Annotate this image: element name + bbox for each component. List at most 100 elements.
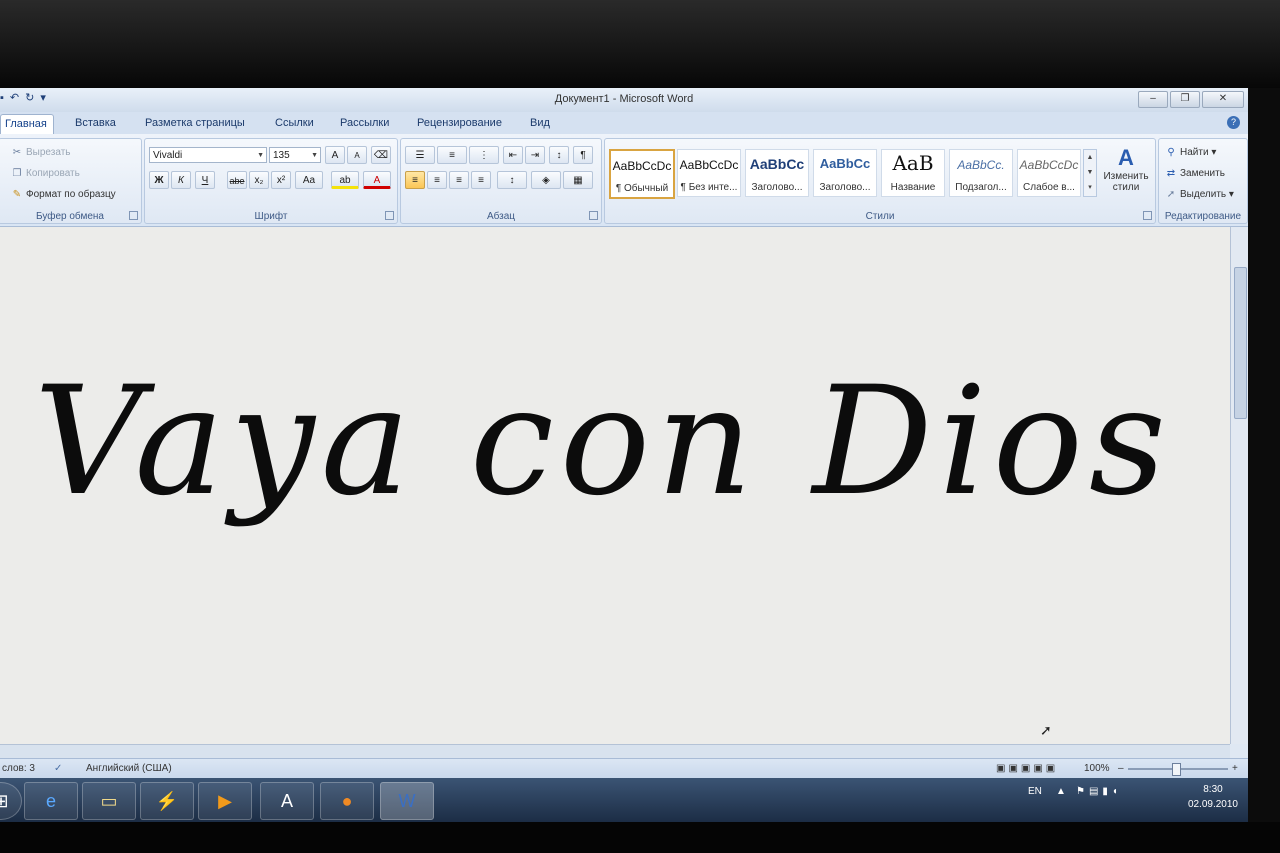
styles-launcher-icon[interactable] — [1143, 211, 1152, 220]
underline-button[interactable]: Ч — [195, 171, 215, 189]
zoom-level[interactable]: 100% — [1084, 763, 1110, 774]
styles-scroll-icon[interactable]: ▲ ▼ ▾ — [1083, 149, 1097, 197]
strikethrough-button[interactable]: abe — [227, 171, 247, 189]
tab-page-layout[interactable]: Разметка страницы — [145, 117, 245, 129]
style-name: Слабое в... — [1023, 182, 1075, 193]
clipboard-launcher-icon[interactable] — [129, 211, 138, 220]
font-size-combo[interactable]: 135 ▼ — [269, 147, 321, 163]
change-styles-label-2: стили — [1112, 182, 1140, 193]
shading-icon[interactable]: ◈ — [531, 171, 561, 189]
word-count[interactable]: слов: 3 — [2, 763, 35, 774]
style-name: Заголово... — [751, 182, 803, 193]
change-styles-label-1: Изменить — [1103, 171, 1149, 182]
input-language[interactable]: EN — [1028, 786, 1042, 797]
media-player-icon[interactable]: ▶ — [198, 782, 252, 820]
font-name-value: Vivaldi — [153, 150, 183, 161]
text-editor-icon[interactable]: A — [260, 782, 314, 820]
scroll-thumb[interactable] — [1234, 267, 1247, 419]
change-styles-button[interactable]: A Изменить стили — [1101, 145, 1151, 193]
screen: ▪ ↶ ↻ ▾ Документ1 - Microsoft Word – ❐ ✕ Гл… — [0, 88, 1248, 822]
style-heading-2[interactable]: AaBbCc Заголово... — [813, 149, 877, 197]
ribbon-tabs: Главная Вставка Разметка страницы Ссылки… — [0, 112, 1248, 134]
style-subtitle[interactable]: AaBbCc. Подзагол... — [949, 149, 1013, 197]
styles-group: AaBbCcDc ¶ Обычный AaBbCcDc ¶ Без инте..… — [604, 138, 1156, 224]
borders-icon[interactable]: ▦ — [563, 171, 593, 189]
multilevel-list-icon[interactable]: ⋮ — [469, 146, 499, 164]
vertical-scrollbar[interactable] — [1230, 227, 1248, 744]
scissors-icon: ✂ — [12, 147, 22, 158]
format-painter-button[interactable]: ✎ Формат по образцу — [11, 189, 116, 200]
shrink-font-button[interactable]: A — [347, 146, 367, 164]
winamp-icon[interactable]: ⚡ — [140, 782, 194, 820]
zoom-slider-thumb[interactable] — [1172, 763, 1181, 776]
bullets-icon[interactable]: ☰ — [405, 146, 435, 164]
superscript-button[interactable]: x² — [271, 171, 291, 189]
tab-insert[interactable]: Вставка — [75, 117, 116, 129]
find-button[interactable]: ⚲ Найти ▾ — [1165, 147, 1216, 158]
numbering-icon[interactable]: ≡ — [437, 146, 467, 164]
grow-font-button[interactable]: A — [325, 146, 345, 164]
tab-mailings[interactable]: Рассылки — [340, 117, 389, 129]
select-label: Выделить — [1180, 189, 1227, 200]
select-button[interactable]: ➚ Выделить ▾ — [1165, 189, 1234, 200]
zoom-in-button[interactable]: + — [1232, 763, 1238, 774]
increase-indent-icon[interactable]: ⇥ — [525, 146, 545, 164]
style-sample: AaBbCc — [819, 156, 871, 171]
format-painter-label: Формат по образцу — [26, 189, 116, 200]
line-spacing-icon[interactable]: ↕ — [497, 171, 527, 189]
close-button[interactable]: ✕ — [1202, 91, 1244, 108]
clear-formatting-icon[interactable]: ⌫ — [371, 146, 391, 164]
highlight-button[interactable]: ab — [331, 171, 359, 189]
copy-button[interactable]: ❐ Копировать — [11, 168, 80, 179]
minimize-button[interactable]: – — [1138, 91, 1168, 108]
style-no-spacing[interactable]: AaBbCcDc ¶ Без инте... — [677, 149, 741, 197]
sort-icon[interactable]: ↕ — [549, 146, 569, 164]
style-title[interactable]: AaB Название — [881, 149, 945, 197]
font-color-button[interactable]: A — [363, 171, 391, 189]
cut-label: Вырезать — [26, 147, 71, 158]
document-page[interactable]: Vaya con Dios ➚ — [0, 227, 1230, 744]
font-launcher-icon[interactable] — [385, 211, 394, 220]
folder-icon[interactable]: ▭ — [82, 782, 136, 820]
replace-label: Заменить — [1180, 168, 1225, 179]
style-heading-1[interactable]: AaBbCc Заголово... — [745, 149, 809, 197]
restore-button[interactable]: ❐ — [1170, 91, 1200, 108]
tab-view[interactable]: Вид — [530, 117, 550, 129]
replace-button[interactable]: ⇄ Заменить — [1165, 168, 1225, 179]
clipboard-group-label: Буфер обмена — [36, 211, 104, 222]
align-center-icon[interactable]: ≡ — [427, 171, 447, 189]
language-indicator[interactable]: Английский (США) — [86, 763, 172, 774]
align-left-icon[interactable]: ≡ — [405, 171, 425, 189]
decrease-indent-icon[interactable]: ⇤ — [503, 146, 523, 164]
view-buttons-icon[interactable]: ▣▣▣▣▣ — [996, 763, 1058, 774]
tab-home[interactable]: Главная — [0, 114, 54, 134]
proofing-icon[interactable]: ✓ — [54, 763, 62, 774]
justify-icon[interactable]: ≡ — [471, 171, 491, 189]
word-taskbar-icon[interactable]: W — [380, 782, 434, 820]
help-icon[interactable]: ? — [1227, 116, 1240, 129]
window-title: Документ1 - Microsoft Word — [554, 93, 694, 105]
horizontal-scrollbar[interactable] — [0, 744, 1230, 759]
document-text[interactable]: Vaya con Dios — [34, 367, 1172, 517]
subscript-button[interactable]: x₂ — [249, 171, 269, 189]
start-button[interactable]: ⊞ — [0, 782, 22, 820]
tab-review[interactable]: Рецензирование — [417, 117, 502, 129]
system-clock[interactable]: 8:30 02.09.2010 — [1188, 782, 1238, 812]
tab-references[interactable]: Ссылки — [275, 117, 314, 129]
align-right-icon[interactable]: ≡ — [449, 171, 469, 189]
zoom-out-button[interactable]: – — [1118, 763, 1124, 774]
show-marks-button[interactable]: ¶ — [573, 146, 593, 164]
binoculars-icon: ⚲ — [1167, 147, 1175, 158]
italic-button[interactable]: К — [171, 171, 191, 189]
style-normal[interactable]: AaBbCcDc ¶ Обычный — [609, 149, 675, 199]
tray-icons[interactable]: ⚑▤▮◖ — [1076, 786, 1122, 797]
style-subtle-emphasis[interactable]: AaBbCcDc Слабое в... — [1017, 149, 1081, 197]
internet-explorer-icon[interactable]: e — [24, 782, 78, 820]
change-case-button[interactable]: Aa — [295, 171, 323, 189]
tray-expand-icon[interactable]: ▲ — [1056, 786, 1066, 797]
cut-button[interactable]: ✂ Вырезать — [11, 147, 71, 158]
paragraph-launcher-icon[interactable] — [589, 211, 598, 220]
bold-button[interactable]: Ж — [149, 171, 169, 189]
font-name-combo[interactable]: Vivaldi ▼ — [149, 147, 267, 163]
firefox-icon[interactable]: ● — [320, 782, 374, 820]
